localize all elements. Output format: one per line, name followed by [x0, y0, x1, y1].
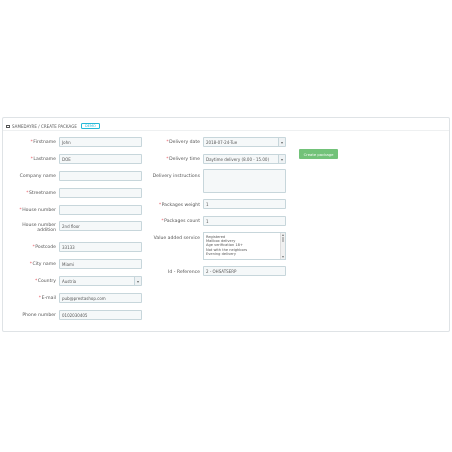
firstname-label: *Firstname — [30, 139, 57, 145]
delivery-instructions-label: Delivery instructions — [152, 173, 200, 179]
house-addition-input[interactable]: 2nd floor — [59, 221, 142, 231]
packages-count-label: *Packages count — [161, 219, 200, 224]
scroll-thumb[interactable] — [281, 237, 285, 242]
chevron-down-icon[interactable]: ▾ — [278, 155, 285, 163]
lastname-label: *Lastname — [30, 156, 56, 162]
country-value: Austria — [62, 279, 77, 284]
delivery-time-select[interactable]: Daytime delivery (8.00 - 15.00) ▾ — [203, 154, 286, 164]
firstname-input[interactable]: John — [59, 137, 142, 147]
delivery-date-value: 2018-07-24-Tue — [206, 140, 238, 145]
country-select[interactable]: Austria ▾ — [59, 276, 142, 286]
delivery-time-label: *Delivery time — [166, 156, 200, 162]
listbox-scrollbar[interactable] — [280, 233, 285, 259]
city-label: *City name — [29, 261, 56, 267]
house-number-label: *House number — [19, 207, 56, 213]
city-input[interactable]: Miami — [59, 259, 142, 269]
streetname-label: *Streetname — [26, 190, 56, 196]
phone-label: Phone number — [22, 312, 56, 318]
postcode-input[interactable]: 33133 — [59, 242, 142, 252]
scroll-up-icon[interactable] — [281, 234, 284, 236]
panel-header: SAMEDAYRE / CREATE PACKAGE DEMO — [6, 122, 100, 130]
lastname-input[interactable]: DOE — [59, 154, 142, 164]
chevron-down-icon[interactable]: ▾ — [134, 277, 141, 285]
country-label: *Country — [34, 278, 56, 284]
house-number-input[interactable] — [59, 205, 142, 215]
phone-input[interactable]: 0102030405 — [59, 310, 142, 320]
email-input[interactable]: pub@prestashop.com — [59, 293, 142, 303]
service-option[interactable]: Evening delivery — [204, 252, 285, 256]
packages-weight-label: *Packages weight — [158, 202, 200, 208]
package-icon — [6, 124, 10, 128]
demo-badge: DEMO — [80, 122, 100, 130]
delivery-date-label: *Delivery date — [166, 139, 200, 145]
delivery-instructions-textarea[interactable] — [203, 169, 286, 193]
postcode-label: *Postcode — [32, 244, 57, 250]
packages-count-input[interactable]: 1 — [203, 216, 286, 226]
scroll-down-icon[interactable] — [281, 256, 284, 258]
company-input[interactable] — [59, 171, 142, 181]
header-divider — [3, 130, 449, 131]
chevron-down-icon[interactable]: ▾ — [278, 138, 285, 146]
streetname-input[interactable] — [59, 188, 142, 198]
delivery-date-select[interactable]: 2018-07-24-Tue ▾ — [203, 137, 286, 147]
value-added-service-label: Value added service — [153, 236, 200, 241]
email-label: *E-mail — [38, 295, 56, 301]
delivery-time-value: Daytime delivery (8.00 - 15.00) — [206, 157, 270, 162]
value-added-service-listbox[interactable]: Registered Mailbox delivery Age verifica… — [203, 232, 286, 260]
company-label: Company name — [19, 173, 56, 179]
create-package-button[interactable]: Create package — [299, 149, 338, 159]
panel-title: SAMEDAYRE / CREATE PACKAGE — [12, 123, 77, 129]
reference-label: Id - Reference — [168, 269, 200, 275]
reference-input[interactable]: 2 - OHSATSERP — [203, 266, 286, 276]
packages-weight-input[interactable]: 1 — [203, 199, 286, 209]
house-addition-label: House number addition — [22, 223, 56, 233]
